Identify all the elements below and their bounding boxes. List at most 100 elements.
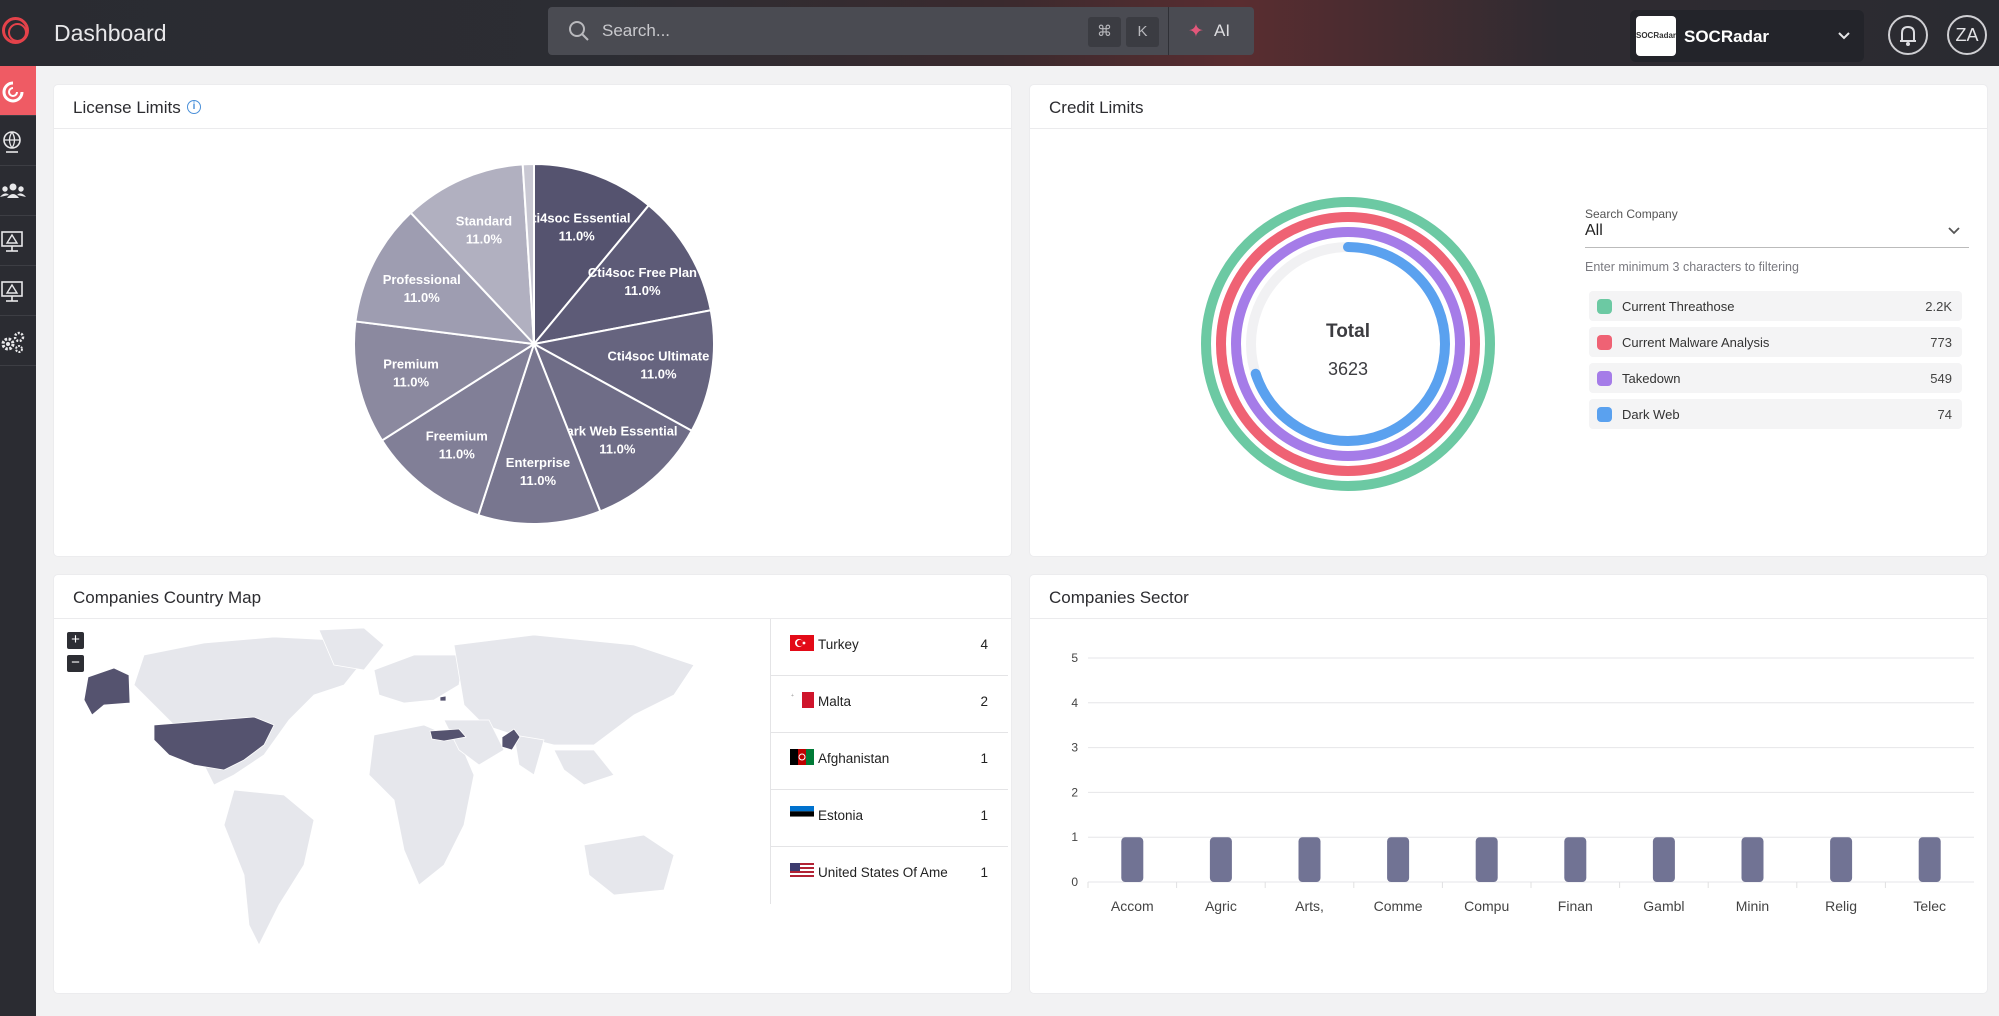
y-tick-label: 2 bbox=[1071, 785, 1078, 799]
country-row[interactable]: + Malta 2 bbox=[770, 676, 1008, 733]
pie-slice-percent: 11.0% bbox=[466, 231, 503, 246]
search-icon bbox=[569, 21, 589, 41]
company-name: SOCRadar bbox=[1684, 27, 1770, 46]
country-row[interactable]: Estonia 1 bbox=[770, 790, 1008, 847]
country-row[interactable]: Afghanistan 1 bbox=[770, 733, 1008, 790]
map-region-australia bbox=[583, 834, 675, 896]
alert-monitor-icon bbox=[1, 281, 23, 302]
ai-button[interactable]: ✦ AI bbox=[1180, 16, 1244, 46]
legend-color-swatch bbox=[1597, 299, 1612, 314]
legend-label: Current Malware Analysis bbox=[1622, 335, 1770, 350]
map-region-alaska bbox=[83, 667, 131, 716]
companies-sector-card: Companies Sector 0 1 2 3 4 5 Accom Agric Arts, Co… bbox=[1030, 575, 1987, 993]
country-count: 4 bbox=[980, 637, 988, 652]
usa-flag-icon bbox=[790, 863, 814, 879]
globe-monitor-icon bbox=[3, 131, 21, 153]
legend-label: Current Threathose bbox=[1622, 299, 1735, 314]
user-avatar[interactable]: ZA bbox=[1947, 15, 1987, 55]
card-header: Companies Country Map bbox=[54, 575, 1011, 619]
search-company-label: Search Company bbox=[1585, 207, 1678, 221]
company-selector[interactable]: SOCRadar SOCRadar bbox=[1630, 10, 1864, 62]
country-list-divider bbox=[770, 619, 771, 904]
map-region-southeast-asia bbox=[553, 749, 615, 786]
sector-bar[interactable] bbox=[1918, 837, 1941, 882]
legend-item[interactable]: Current Threathose 2.2K bbox=[1589, 291, 1962, 321]
y-tick-label: 0 bbox=[1071, 875, 1078, 889]
radial-center-value: 3623 bbox=[1328, 359, 1368, 379]
sidebar-item-dashboard[interactable] bbox=[0, 66, 36, 116]
pie-slice-label: Cti4soc Essential bbox=[523, 210, 631, 225]
legend-value: 773 bbox=[1930, 335, 1952, 350]
notifications-button[interactable] bbox=[1888, 15, 1928, 55]
sector-bar[interactable] bbox=[1564, 837, 1587, 882]
svg-text:+: + bbox=[791, 693, 794, 699]
search-company-select[interactable]: All bbox=[1585, 222, 1603, 240]
sector-bar[interactable] bbox=[1209, 837, 1232, 882]
y-tick-label: 4 bbox=[1071, 696, 1078, 710]
shortcut-k-key: K bbox=[1126, 17, 1159, 47]
radial-bar[interactable] bbox=[1216, 212, 1480, 476]
map-region-europe bbox=[373, 654, 465, 704]
top-bar: Dashboard Search... ⌘ K ✦ AI SOCRadar SO… bbox=[0, 0, 1999, 66]
country-name: United States Of America bbox=[818, 865, 948, 880]
x-tick-label: Agric bbox=[1205, 898, 1237, 914]
country-name: Malta bbox=[818, 694, 852, 709]
sector-bar[interactable] bbox=[1121, 837, 1144, 882]
x-tick-label: Arts, bbox=[1295, 898, 1324, 914]
country-count: 2 bbox=[980, 694, 988, 709]
sector-bar[interactable] bbox=[1652, 837, 1675, 882]
ai-divider bbox=[1168, 7, 1169, 55]
info-icon[interactable]: i bbox=[187, 100, 201, 114]
pie-slice-label: Cti4soc Ultimate bbox=[608, 349, 710, 364]
card-title: License Limits bbox=[73, 98, 181, 117]
sector-bar[interactable] bbox=[1298, 837, 1321, 882]
country-row[interactable]: United States Of America 1 bbox=[770, 847, 1008, 904]
legend-label: Takedown bbox=[1622, 371, 1681, 386]
card-title: Companies Sector bbox=[1049, 588, 1189, 607]
y-tick-label: 1 bbox=[1071, 830, 1078, 844]
pie-slice-percent: 11.0% bbox=[624, 283, 661, 298]
sector-bar[interactable] bbox=[1387, 837, 1410, 882]
sidebar-item-threat-intel[interactable] bbox=[0, 116, 36, 166]
sector-bar[interactable] bbox=[1741, 837, 1764, 882]
country-name: Estonia bbox=[818, 808, 864, 823]
global-search[interactable]: Search... ⌘ K ✦ AI bbox=[548, 7, 1254, 55]
legend-item[interactable]: Dark Web 74 bbox=[1589, 399, 1962, 429]
legend-color-swatch bbox=[1597, 407, 1612, 422]
credit-limits-card: Credit Limits Total 3623 Search Company … bbox=[1030, 85, 1987, 556]
sidebar-item-alerts[interactable] bbox=[0, 216, 36, 266]
sidebar-item-incidents[interactable] bbox=[0, 266, 36, 316]
search-input[interactable]: Search... bbox=[602, 21, 670, 41]
country-name: Afghanistan bbox=[818, 751, 890, 766]
country-row[interactable]: Turkey 4 bbox=[770, 619, 1008, 676]
chevron-down-icon[interactable] bbox=[1946, 223, 1962, 239]
pie-slice-percent: 11.0% bbox=[404, 290, 441, 305]
sparkle-icon: ✦ bbox=[1188, 21, 1204, 42]
world-map[interactable] bbox=[74, 625, 714, 955]
card-title: Companies Country Map bbox=[73, 588, 262, 607]
sidebar-item-settings[interactable] bbox=[0, 316, 36, 366]
card-title: Credit Limits bbox=[1049, 98, 1144, 117]
legend-value: 2.2K bbox=[1925, 299, 1952, 314]
shortcut-cmd-key: ⌘ bbox=[1088, 17, 1121, 47]
alert-monitor-icon bbox=[1, 231, 23, 252]
x-tick-label: Relig bbox=[1825, 898, 1857, 914]
pie-slice-percent: 11.0% bbox=[520, 473, 557, 488]
pie-slice-percent: 11.0% bbox=[439, 447, 476, 462]
legend-item[interactable]: Current Malware Analysis 773 bbox=[1589, 327, 1962, 357]
legend-label: Dark Web bbox=[1622, 407, 1680, 422]
malta-flag-icon: + bbox=[790, 692, 814, 708]
pie-slice-label: Standard bbox=[456, 213, 512, 228]
turkey-flag-icon bbox=[790, 635, 814, 651]
sidebar-item-users[interactable] bbox=[0, 166, 36, 216]
bell-icon bbox=[1900, 25, 1916, 46]
pie-slice-percent: 11.0% bbox=[599, 442, 636, 457]
sector-bar[interactable] bbox=[1830, 837, 1853, 882]
pie-slice-label: Freemium bbox=[426, 429, 488, 444]
sector-bar[interactable] bbox=[1475, 837, 1498, 882]
legend-item[interactable]: Takedown 549 bbox=[1589, 363, 1962, 393]
users-icon bbox=[0, 183, 26, 198]
radial-bar[interactable] bbox=[1231, 227, 1465, 461]
country-count: 1 bbox=[980, 808, 988, 823]
socradar-logo[interactable] bbox=[2, 17, 29, 44]
